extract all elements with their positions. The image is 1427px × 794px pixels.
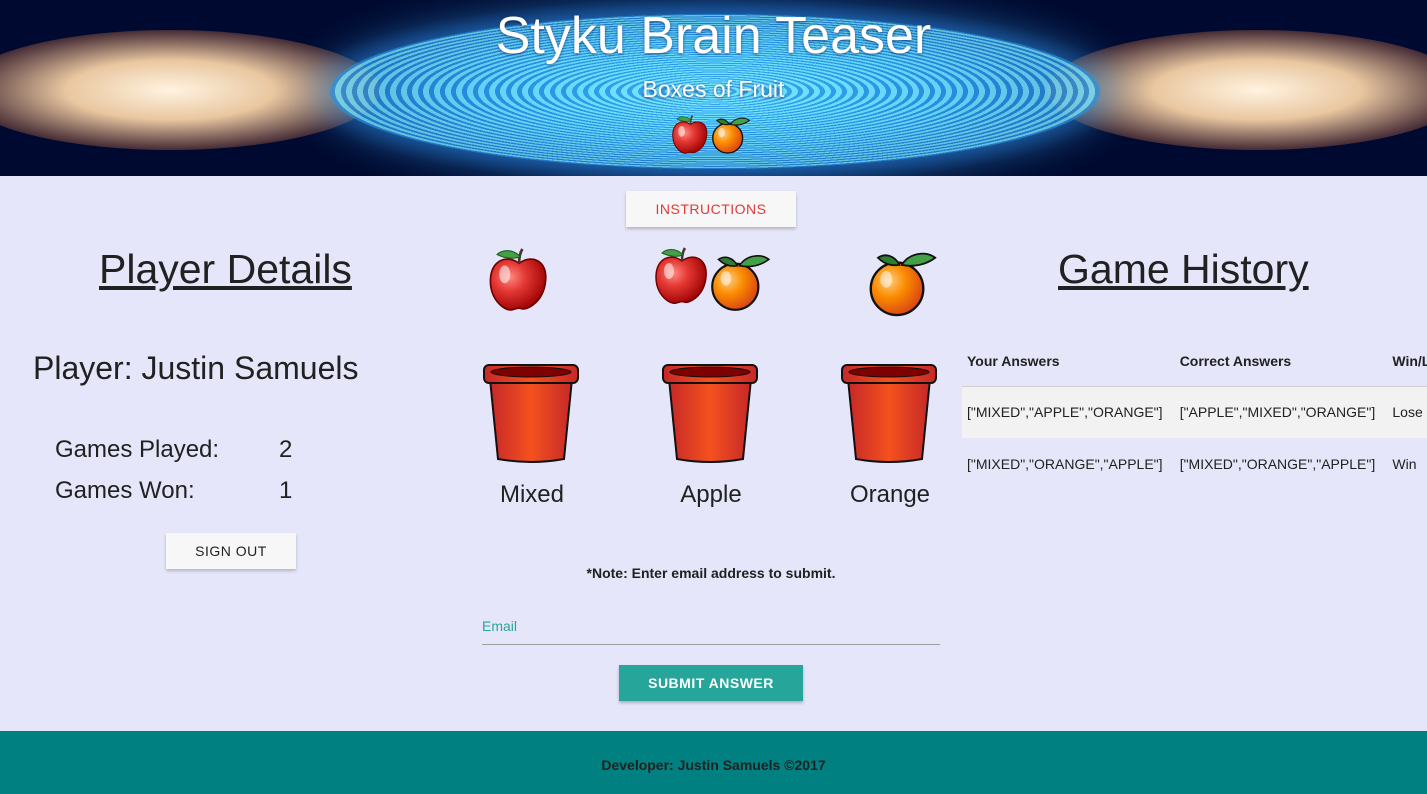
page-title: Styku Brain Teaser	[495, 7, 932, 65]
game-history-heading: Game History	[1058, 246, 1309, 292]
cell-correct-answers: ["APPLE","MIXED","ORANGE"]	[1174, 386, 1388, 438]
column-header-your-answers: Your Answers	[962, 336, 1175, 387]
table-row: ["MIXED","APPLE","ORANGE"] ["APPLE","MIX…	[962, 386, 1427, 438]
box-label-orange: Orange	[849, 481, 931, 508]
cell-win-lose: Lose	[1387, 386, 1427, 438]
box-label-apple: Apple	[680, 481, 742, 508]
email-input[interactable]	[482, 608, 940, 645]
box-mixed[interactable]	[482, 363, 580, 463]
games-won-label: Games Won:	[55, 477, 195, 504]
instructions-button[interactable]: INSTRUCTIONS	[626, 191, 796, 227]
player-name: Player: Justin Samuels	[33, 350, 359, 386]
box-apple[interactable]	[661, 363, 759, 463]
player-details-heading: Player Details	[99, 246, 352, 292]
column-header-win-lose: Win/Lose	[1387, 336, 1427, 387]
table-header-row: Your Answers Correct Answers Win/Lose	[962, 336, 1427, 387]
cell-correct-answers: ["MIXED","ORANGE","APPLE"]	[1179, 456, 1376, 472]
header-banner: Styku Brain Teaser Boxes of Fruit	[0, 0, 1427, 176]
submit-answer-button[interactable]: SUBMIT ANSWER	[619, 665, 803, 701]
orange-icon	[869, 252, 937, 317]
footer-credit: Developer: Justin Samuels ©2017	[601, 757, 826, 773]
game-history-table: Your Answers Correct Answers Win/Lose ["…	[962, 336, 1427, 490]
cell-your-answers: ["MIXED","ORANGE","APPLE"]	[967, 456, 1163, 472]
apple-icon	[489, 247, 548, 312]
column-header-correct-answers: Correct Answers	[1174, 336, 1388, 387]
submit-note: *Note: Enter email address to submit.	[586, 565, 836, 581]
apple-orange-logo-icon	[671, 114, 751, 155]
table-row: ["MIXED","ORANGE","APPLE"] ["MIXED","ORA…	[962, 438, 1427, 490]
cell-win-lose: Win	[1392, 456, 1417, 472]
sign-out-button[interactable]: SIGN OUT	[166, 533, 296, 569]
box-orange[interactable]	[840, 363, 938, 463]
games-played-value: 2	[279, 436, 293, 463]
page-subtitle: Boxes of Fruit	[642, 76, 785, 102]
games-played-label: Games Played:	[55, 436, 220, 463]
box-label-mixed: Mixed	[499, 481, 565, 508]
games-won-value: 1	[279, 477, 293, 504]
footer: Developer: Justin Samuels ©2017	[0, 731, 1427, 794]
apple-orange-icon	[654, 247, 770, 311]
cell-your-answers: ["MIXED","APPLE","ORANGE"]	[962, 386, 1175, 438]
